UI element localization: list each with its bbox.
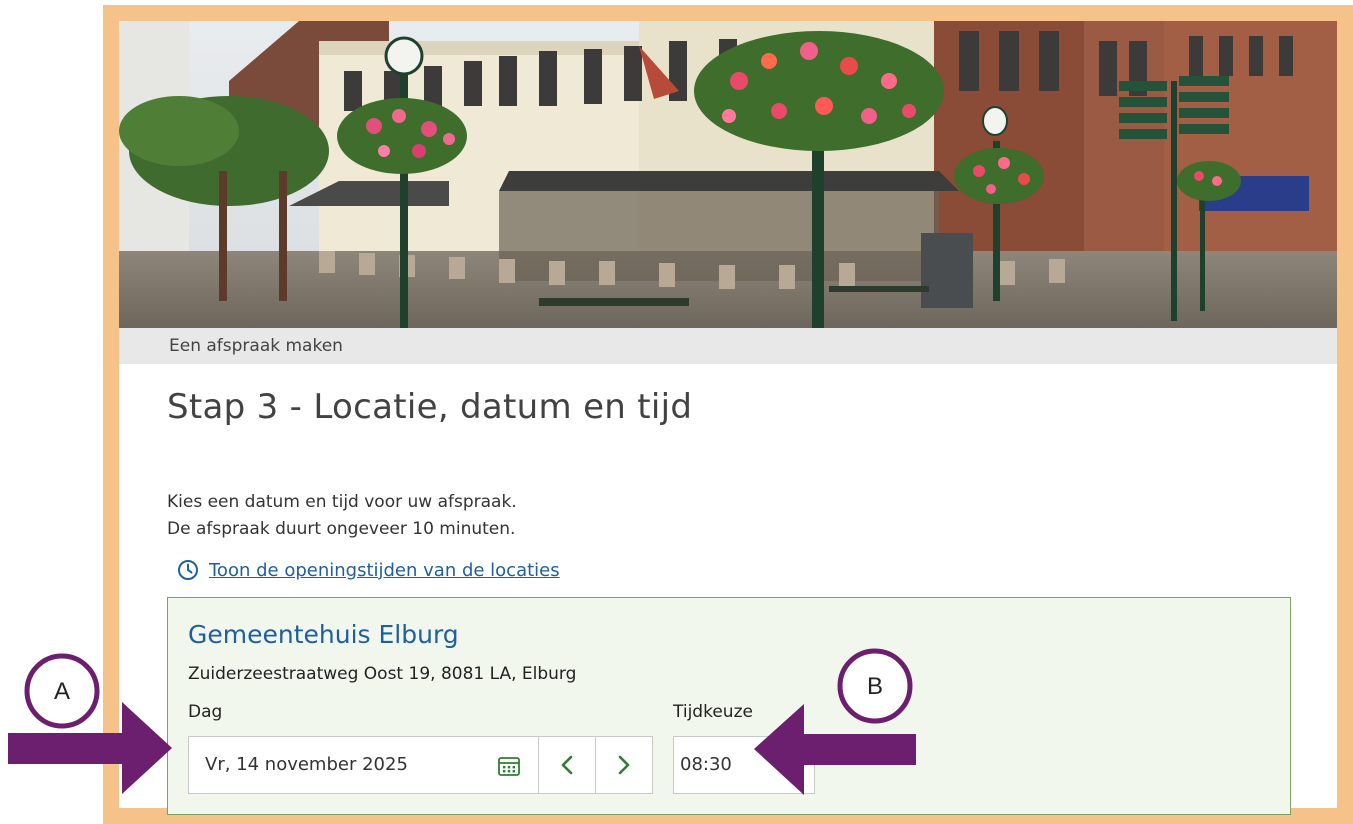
date-value: Vr, 14 november 2025 — [205, 754, 408, 775]
date-field[interactable]: Vr, 14 november 2025 — [188, 736, 539, 794]
header-photo — [119, 21, 1337, 328]
next-day-button[interactable] — [595, 736, 653, 794]
location-card: Gemeentehuis Elburg Zuiderzeestraatweg O… — [167, 597, 1291, 815]
intro-line: Kies een datum en tijd voor uw afspraak. — [167, 492, 517, 512]
opening-hours-link-row[interactable]: Toon de openingstijden van de locaties — [177, 559, 560, 581]
location-address: Zuiderzeestraatweg Oost 19, 8081 LA, Elb… — [188, 664, 577, 684]
time-label: Tijdkeuze — [673, 702, 753, 722]
calendar-icon[interactable] — [497, 754, 521, 778]
chevron-right-icon — [618, 755, 630, 775]
location-name: Gemeentehuis Elburg — [188, 620, 459, 649]
time-value: 08:30 — [680, 754, 732, 775]
opening-hours-link[interactable]: Toon de openingstijden van de locaties — [209, 560, 560, 581]
marker-a: A — [24, 653, 100, 729]
page-title: Stap 3 - Locatie, datum en tijd — [167, 387, 693, 427]
marker-a-label: A — [54, 678, 70, 705]
intro-text: Kies een datum en tijd voor uw afspraak.… — [167, 489, 517, 543]
breadcrumb: Een afspraak maken — [119, 328, 1337, 364]
chevron-left-icon — [561, 755, 573, 775]
day-label: Dag — [188, 702, 223, 722]
previous-day-button[interactable] — [538, 736, 596, 794]
clock-icon — [178, 560, 198, 580]
time-select[interactable]: 08:30 — [673, 736, 815, 794]
intro-line: De afspraak duurt ongeveer 10 minuten. — [167, 519, 516, 539]
content-frame: Een afspraak maken Stap 3 - Locatie, dat… — [103, 5, 1353, 824]
